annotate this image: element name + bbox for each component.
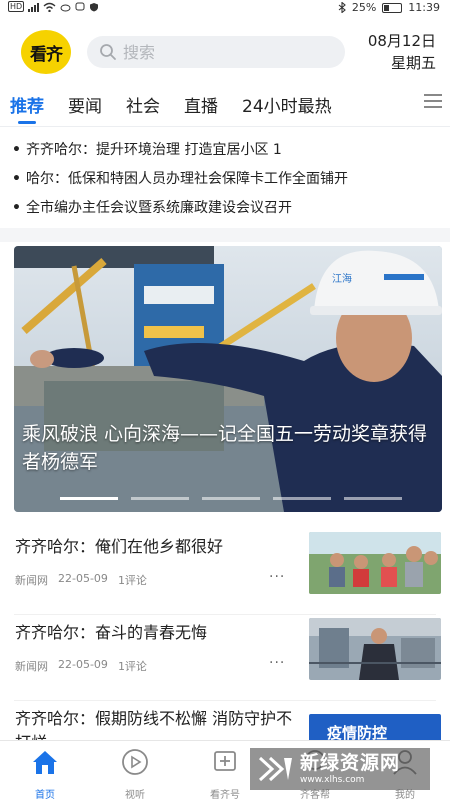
carousel-dot[interactable]: [60, 497, 118, 500]
nav-label: 视听: [125, 790, 145, 800]
message-icon: [75, 2, 85, 10]
carousel-dot[interactable]: [273, 497, 331, 500]
headline-text: 哈尔：低保和特困人员办理社会保障卡工作全面铺开: [26, 171, 348, 187]
status-right: 25% 11:39: [338, 1, 440, 14]
bluetooth-icon: [338, 2, 346, 13]
headline-list: • 齐齐哈尔：提升环境治理 打造宜居小区 1 • 哈尔：低保和特困人员办理社会保障卡…: [12, 136, 442, 223]
more-options-icon[interactable]: ···: [269, 655, 285, 671]
app-header: 看齐 08月12日 星期五: [0, 24, 450, 80]
status-left: HD: [8, 1, 99, 12]
tab-24h-hot[interactable]: 24小时最热: [242, 92, 332, 117]
news-thumbnail: [309, 532, 441, 594]
clock: 11:39: [408, 1, 440, 14]
cloud-icon: [60, 4, 71, 11]
battery-icon: [382, 2, 403, 13]
section-gap: [0, 228, 450, 242]
news-item[interactable]: 齐齐哈尔：俺们在他乡都很好 新闻网 22-05-09 1评论 ···: [0, 529, 450, 615]
more-options-icon[interactable]: ···: [269, 569, 285, 585]
search-bar[interactable]: [87, 36, 345, 68]
news-title: 齐齐哈尔：奋斗的青春无悔: [15, 623, 208, 642]
date-display: 08月12日 星期五: [368, 30, 436, 74]
home-icon: [33, 751, 57, 774]
news-meta: 新闻网 22-05-09 1评论: [15, 658, 147, 674]
headline-item[interactable]: • 全市编办主任会议暨系统廉政建设会议召开: [12, 194, 442, 223]
news-date: 22-05-09: [58, 658, 108, 671]
watermark: 新绿资源网 www.xlhs.com: [250, 748, 430, 790]
menu-icon[interactable]: [424, 94, 442, 108]
tab-recommend[interactable]: 推荐: [10, 92, 44, 124]
featured-banner[interactable]: 江海 乘风破浪 心向深海——记全国五一劳动奖章获得者杨德军: [14, 246, 442, 512]
news-title: 齐齐哈尔：俺们在他乡都很好: [15, 537, 224, 556]
wifi-icon: [43, 2, 56, 12]
watermark-logo-icon: [258, 756, 292, 782]
headline-text: 齐齐哈尔：提升环境治理 打造宜居小区 1: [26, 142, 282, 158]
tab-headlines[interactable]: 要闻: [68, 92, 102, 117]
carousel-dot[interactable]: [344, 497, 402, 500]
shield-icon: [90, 2, 99, 11]
carousel-dot[interactable]: [131, 497, 189, 500]
banner-title: 乘风破浪 心向深海——记全国五一劳动奖章获得者杨德军: [22, 423, 428, 473]
headline-item[interactable]: • 齐齐哈尔：提升环境治理 打造宜居小区 1: [12, 136, 442, 165]
hd-badge: HD: [8, 1, 25, 12]
nav-home[interactable]: 首页: [0, 741, 90, 800]
news-comments: 1评论: [117, 660, 147, 673]
app-logo[interactable]: 看齐: [21, 30, 71, 74]
signal-icon: [28, 2, 40, 12]
battery-percent: 25%: [351, 1, 377, 14]
nav-video[interactable]: 视听: [90, 741, 180, 800]
news-date: 22-05-09: [58, 572, 108, 585]
play-icon: [122, 749, 148, 775]
add-icon: [214, 751, 236, 771]
tab-society[interactable]: 社会: [126, 92, 160, 117]
news-item[interactable]: 齐齐哈尔：奋斗的青春无悔 新闻网 22-05-09 1评论 ···: [0, 615, 450, 701]
headline-item[interactable]: • 哈尔：低保和特困人员办理社会保障卡工作全面铺开: [12, 165, 442, 194]
weekday-text: 星期五: [390, 54, 436, 72]
helmet-text: 江海: [332, 272, 352, 285]
carousel-dot[interactable]: [202, 497, 260, 500]
date-text: 08月12日: [367, 32, 436, 50]
watermark-title: 新绿资源网: [300, 752, 401, 774]
news-source: 新闻网: [15, 660, 48, 673]
tab-live[interactable]: 直播: [184, 92, 218, 117]
search-icon: [100, 44, 116, 60]
tabs-divider: [0, 126, 450, 127]
news-source: 新闻网: [15, 574, 48, 587]
news-comments: 1评论: [117, 574, 147, 587]
watermark-url: www.xlhs.com: [300, 775, 365, 785]
news-thumbnail: [309, 618, 441, 680]
headline-text: 全市编办主任会议暨系统廉政建设会议召开: [26, 200, 292, 216]
category-tabs: 推荐 要闻 社会 直播 24小时最热: [0, 84, 450, 124]
nav-label: 首页: [35, 790, 55, 800]
carousel-indicators: [60, 497, 402, 500]
news-meta: 新闻网 22-05-09 1评论: [15, 572, 147, 588]
status-bar: HD 25% 11:39: [0, 0, 450, 16]
search-input[interactable]: [123, 42, 323, 62]
